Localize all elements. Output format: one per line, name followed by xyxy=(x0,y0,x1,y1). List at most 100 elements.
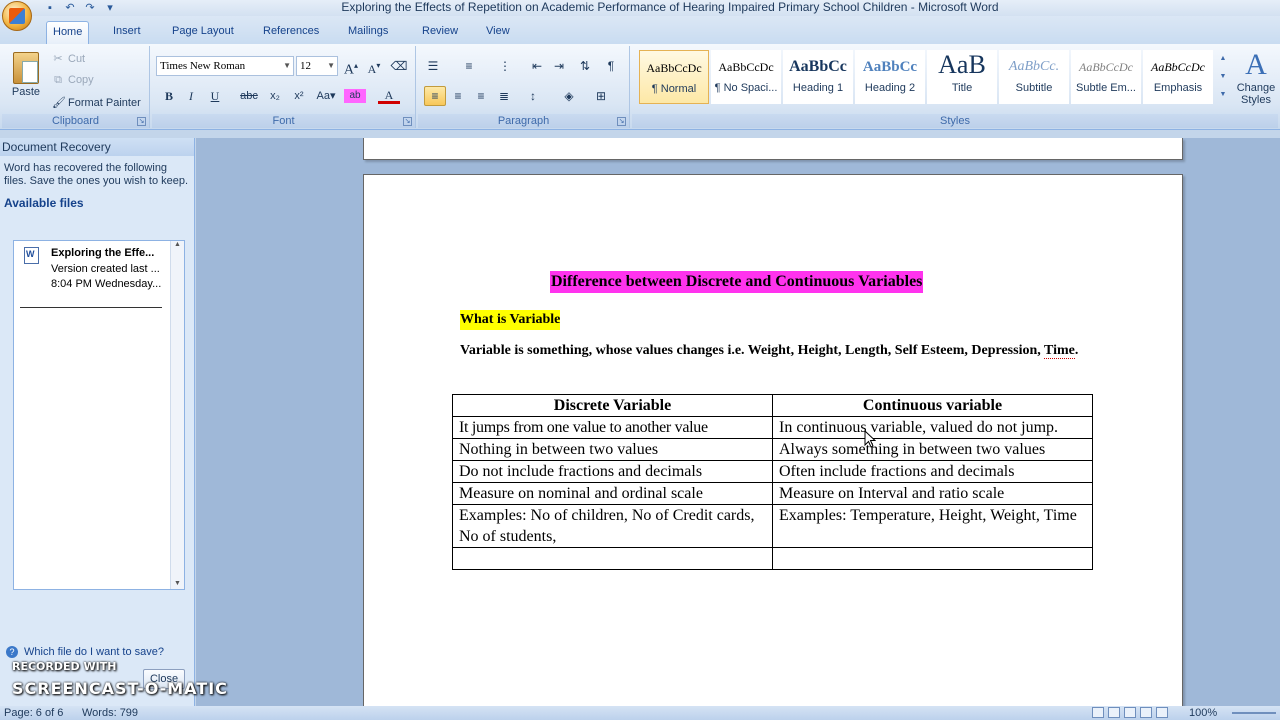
change-styles-button[interactable]: A Change Styles xyxy=(1234,48,1278,106)
align-left-icon[interactable]: ≡ xyxy=(424,86,446,106)
paragraph-group-label: Paragraph xyxy=(418,114,629,128)
previous-page xyxy=(363,138,1183,160)
chevron-up-icon[interactable]: ▲ xyxy=(1217,50,1229,68)
tab-home[interactable]: Home xyxy=(46,21,90,44)
font-launcher-icon[interactable]: ↘ xyxy=(403,117,412,126)
table-cell[interactable]: In continuous variable, valued do not ju… xyxy=(772,416,1093,439)
change-case-icon[interactable]: Aa▾ xyxy=(312,86,340,106)
styles-scrollbar[interactable]: ▲ ▼ ▼ xyxy=(1217,50,1229,104)
which-file-help-link[interactable]: ? Which file do I want to save? xyxy=(6,646,164,658)
underline-icon[interactable]: U xyxy=(204,86,226,106)
shading-icon[interactable]: ◈ xyxy=(558,86,580,106)
table-cell[interactable]: Do not include fractions and decimals xyxy=(452,460,773,483)
multilevel-list-icon[interactable]: ⋮ xyxy=(494,56,516,76)
strikethrough-icon[interactable]: abc xyxy=(238,86,260,106)
table-cell[interactable]: Measure on nominal and ordinal scale xyxy=(452,482,773,505)
style-title[interactable]: AaB Title xyxy=(927,50,997,104)
paste-button[interactable]: Paste xyxy=(10,50,42,106)
table-cell[interactable]: It jumps from one value to another value xyxy=(452,416,773,439)
increase-indent-icon[interactable]: ⇥ xyxy=(548,56,570,76)
table-cell[interactable]: Examples: No of children, No of Credit c… xyxy=(452,504,773,548)
subscript-icon[interactable]: x₂ xyxy=(264,86,286,106)
grow-font-icon[interactable]: A▴ xyxy=(340,56,362,78)
paragraph-launcher-icon[interactable]: ↘ xyxy=(617,117,626,126)
table-cell[interactable] xyxy=(772,547,1093,570)
chevron-down-icon[interactable]: ▼ xyxy=(1217,68,1229,86)
table-cell[interactable]: Always something in between two values xyxy=(772,438,1093,461)
superscript-icon[interactable]: x² xyxy=(288,86,310,106)
font-group: Times New Roman ▼ 12 ▼ A▴ A▾ ⌫ B I U abc x… xyxy=(152,46,416,128)
ribbon: Paste ✂ Cut ⧉ Copy 🖌 Format Painter Clipboa… xyxy=(0,44,1280,130)
style-subtitle[interactable]: AaBbCc. Subtitle xyxy=(999,50,1069,104)
style-name: ¶ Normal xyxy=(651,83,697,95)
bold-icon[interactable]: B xyxy=(158,86,180,106)
tab-references[interactable]: References xyxy=(257,21,325,44)
show-marks-icon[interactable]: ¶ xyxy=(600,56,622,76)
page-count[interactable]: Page: 6 of 6 xyxy=(4,706,63,720)
tab-page-layout[interactable]: Page Layout xyxy=(166,21,240,44)
font-color-icon[interactable]: A xyxy=(378,86,400,104)
font-family-value: Times New Roman xyxy=(160,60,246,72)
highlight-icon[interactable]: ab xyxy=(344,89,366,103)
full-screen-reading-icon[interactable] xyxy=(1108,707,1120,718)
outline-icon[interactable] xyxy=(1140,707,1152,718)
justify-icon[interactable]: ≣ xyxy=(493,86,515,106)
align-right-icon[interactable]: ≡ xyxy=(470,86,492,106)
recovered-file-name: Exploring the Effe... xyxy=(51,247,155,259)
chevron-up-icon[interactable]: ▲ xyxy=(171,241,184,248)
tab-insert[interactable]: Insert xyxy=(107,21,147,44)
zoom-level[interactable]: 100% xyxy=(1189,706,1217,720)
zoom-slider[interactable] xyxy=(1232,712,1276,714)
style-emphasis[interactable]: AaBbCcDc Emphasis xyxy=(1143,50,1213,104)
bullets-icon[interactable]: ☰ xyxy=(422,56,444,76)
style-sample: AaBbCcDc xyxy=(718,60,774,74)
decrease-indent-icon[interactable]: ⇤ xyxy=(526,56,548,76)
style-sample: AaBbCcDc xyxy=(1079,60,1133,74)
clipboard-group-label: Clipboard xyxy=(2,114,149,128)
style-heading-1[interactable]: AaBbCc Heading 1 xyxy=(783,50,853,104)
chevron-down-icon: ▼ xyxy=(283,61,291,70)
table-cell[interactable]: Often include fractions and decimals xyxy=(772,460,1093,483)
clipboard-icon xyxy=(13,52,39,84)
tab-review[interactable]: Review xyxy=(416,21,464,44)
document-page[interactable]: Difference between Discrete and Continuo… xyxy=(363,174,1183,706)
borders-icon[interactable]: ⊞ xyxy=(590,86,612,106)
table-cell[interactable] xyxy=(452,547,773,570)
recovery-scrollbar[interactable]: ▲ ▼ xyxy=(170,241,184,589)
line-spacing-icon[interactable]: ↕ xyxy=(522,86,544,106)
shrink-font-icon[interactable]: A▾ xyxy=(363,56,385,76)
format-painter-label: Format Painter xyxy=(68,97,141,109)
font-size-combo[interactable]: 12 ▼ xyxy=(296,56,338,76)
more-icon[interactable]: ▼ xyxy=(1217,86,1229,104)
word-count[interactable]: Words: 799 xyxy=(82,706,138,720)
font-family-combo[interactable]: Times New Roman ▼ xyxy=(156,56,294,76)
style-heading-2[interactable]: AaBbCc Heading 2 xyxy=(855,50,925,104)
draft-icon[interactable] xyxy=(1156,707,1168,718)
style-subtle-emphasis[interactable]: AaBbCcDc Subtle Em... xyxy=(1071,50,1141,104)
document-recovery-pane: Document Recovery Word has recovered the… xyxy=(0,138,195,706)
clipboard-launcher-icon[interactable]: ↘ xyxy=(137,117,146,126)
align-center-icon[interactable]: ≡ xyxy=(447,86,469,106)
table-cell[interactable]: Measure on Interval and ratio scale xyxy=(772,482,1093,505)
style-normal[interactable]: AaBbCcDc ¶ Normal xyxy=(639,50,709,104)
watermark-top-text: RECORDED WITH xyxy=(12,660,117,673)
document-heading: Difference between Discrete and Continuo… xyxy=(550,271,924,293)
status-bar: Page: 6 of 6 Words: 799 100% xyxy=(0,706,1280,720)
cut-button[interactable]: ✂ Cut xyxy=(52,52,85,65)
numbering-icon[interactable]: ≡ xyxy=(458,56,480,76)
copy-button[interactable]: ⧉ Copy xyxy=(52,74,94,87)
clear-formatting-icon[interactable]: ⌫ xyxy=(388,56,410,76)
style-no-spacing[interactable]: AaBbCcDc ¶ No Spaci... xyxy=(711,50,781,104)
mouse-pointer-icon xyxy=(864,430,876,448)
table-cell[interactable]: Nothing in between two values xyxy=(452,438,773,461)
table-cell[interactable]: Examples: Temperature, Height, Weight, T… xyxy=(772,504,1093,548)
chevron-down-icon[interactable]: ▼ xyxy=(171,580,184,587)
tab-mailings[interactable]: Mailings xyxy=(342,21,394,44)
tab-view[interactable]: View xyxy=(480,21,516,44)
office-button[interactable] xyxy=(2,1,32,31)
sort-icon[interactable]: ⇅ xyxy=(574,56,596,76)
web-layout-icon[interactable] xyxy=(1124,707,1136,718)
italic-icon[interactable]: I xyxy=(180,86,202,106)
print-layout-icon[interactable] xyxy=(1092,707,1104,718)
format-painter-button[interactable]: 🖌 Format Painter xyxy=(52,96,141,109)
